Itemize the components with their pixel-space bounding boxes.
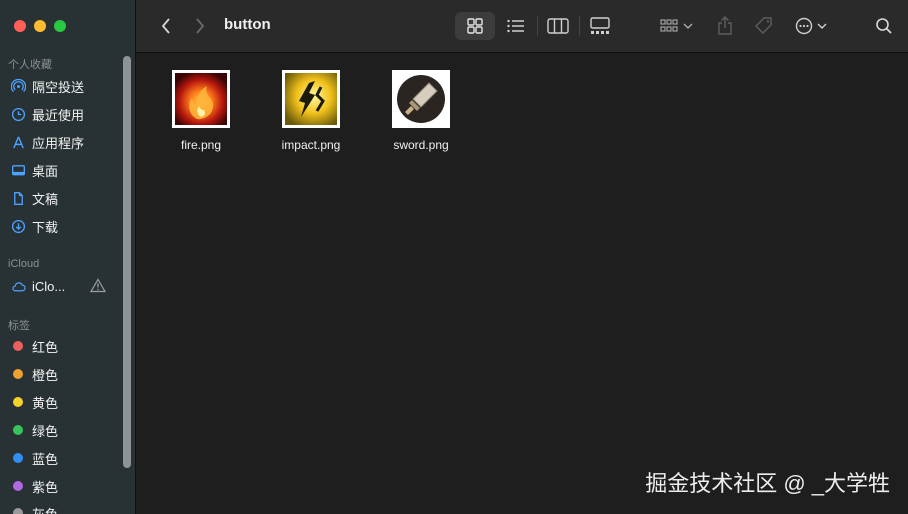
favorites-section-title: 个人收藏 [8, 59, 52, 71]
sidebar-scrollbar[interactable] [123, 56, 131, 468]
file-name: fire.png [180, 138, 222, 152]
gallery-icon [589, 17, 611, 35]
airdrop-icon [10, 78, 26, 94]
zoom-button[interactable] [54, 20, 66, 32]
chevron-left-icon [160, 17, 172, 35]
download-icon [10, 218, 26, 234]
share-button[interactable] [713, 12, 737, 40]
sidebar-item-downloads[interactable]: 下载 [10, 215, 120, 237]
sidebar-item-tag-orange[interactable]: 橙色 [10, 363, 120, 385]
fire-image-icon [175, 73, 227, 125]
sidebar-item-label: 紫色 [32, 479, 59, 495]
share-icon [717, 16, 733, 36]
tag-color-dot [13, 369, 23, 379]
file-name: impact.png [281, 138, 341, 152]
window-controls [14, 20, 66, 32]
impact-image-icon [285, 73, 337, 125]
view-list-button[interactable] [501, 12, 531, 40]
list-icon [506, 18, 526, 34]
view-gallery-button[interactable] [585, 12, 615, 40]
sidebar-item-label: 灰色 [32, 506, 59, 514]
watermark: 掘金技术社区 @ _大学牲 [645, 471, 890, 496]
tag-color-dot [13, 341, 23, 351]
view-icons-button[interactable] [455, 12, 495, 40]
minimize-button[interactable] [34, 20, 46, 32]
icloud-section-title: iCloud [8, 258, 40, 270]
sidebar-item-label: 文稿 [32, 191, 59, 207]
search-button[interactable] [872, 12, 896, 40]
sidebar-item-label: 最近使用 [32, 107, 85, 123]
sidebar-item-label: 橙色 [32, 367, 59, 383]
finder-window: 个人收藏 隔空投送 最近使用 应用程序 桌面 文稿 下载 iCloud iClo… [0, 0, 908, 514]
tags-section-title: 标签 [8, 320, 30, 332]
tag-color-dot [13, 453, 23, 463]
action-menu-button[interactable] [792, 12, 834, 40]
file-thumbnail[interactable] [172, 70, 230, 128]
tag-color-dot [13, 481, 23, 491]
file-name: sword.png [393, 138, 449, 152]
main-content: button fire.png impact.png sword.png 掘金技… [136, 0, 908, 514]
toolbar: button [136, 0, 908, 53]
sidebar-item-tag-blue[interactable]: 蓝色 [10, 447, 120, 469]
file-thumbnail[interactable] [282, 70, 340, 128]
window-title: button [224, 16, 271, 33]
file-item-fire[interactable]: fire.png [151, 70, 251, 152]
forward-button[interactable] [188, 14, 212, 38]
sidebar: 个人收藏 隔空投送 最近使用 应用程序 桌面 文稿 下载 iCloud iClo… [0, 0, 136, 514]
sidebar-item-label: 蓝色 [32, 451, 59, 467]
tag-color-dot [13, 425, 23, 435]
close-button[interactable] [14, 20, 26, 32]
grid-icon [466, 17, 484, 35]
sword-image-icon [395, 73, 447, 125]
file-item-impact[interactable]: impact.png [261, 70, 361, 152]
sidebar-item-tag-red[interactable]: 红色 [10, 335, 120, 357]
sidebar-item-label: iClo... [32, 278, 66, 294]
sidebar-item-label: 绿色 [32, 423, 59, 439]
clock-icon [10, 106, 26, 122]
sidebar-item-airdrop[interactable]: 隔空投送 [10, 75, 120, 97]
sidebar-item-label: 隔空投送 [32, 79, 85, 95]
sidebar-item-label: 应用程序 [32, 135, 85, 151]
desktop-icon [10, 162, 26, 178]
toolbar-divider [537, 16, 538, 36]
sidebar-item-recents[interactable]: 最近使用 [10, 103, 120, 125]
chevron-right-icon [194, 17, 206, 35]
back-button[interactable] [154, 14, 178, 38]
sidebar-item-icloud-drive[interactable]: iClo... [10, 275, 120, 297]
applications-icon [10, 134, 26, 150]
sidebar-item-tag-yellow[interactable]: 黄色 [10, 391, 120, 413]
sidebar-item-desktop[interactable]: 桌面 [10, 159, 120, 181]
warning-icon[interactable] [89, 278, 107, 296]
sidebar-item-applications[interactable]: 应用程序 [10, 131, 120, 153]
sidebar-item-label: 下载 [32, 219, 59, 235]
group-button[interactable] [656, 12, 698, 40]
file-item-sword[interactable]: sword.png [371, 70, 471, 152]
toolbar-divider [579, 16, 580, 36]
view-columns-button[interactable] [543, 12, 573, 40]
sidebar-item-label: 红色 [32, 339, 59, 355]
sidebar-item-tag-green[interactable]: 绿色 [10, 419, 120, 441]
tag-button[interactable] [751, 12, 777, 40]
cloud-icon [10, 278, 26, 294]
ellipsis-circle-icon [795, 17, 831, 35]
columns-icon [547, 18, 569, 34]
sidebar-item-documents[interactable]: 文稿 [10, 187, 120, 209]
file-thumbnail[interactable] [392, 70, 450, 128]
search-icon [875, 17, 893, 35]
tag-color-dot [13, 508, 23, 514]
sidebar-item-tag-gray[interactable]: 灰色 [10, 502, 120, 514]
group-grid-icon [660, 18, 694, 34]
tag-icon [754, 16, 774, 36]
sidebar-item-label: 黄色 [32, 395, 59, 411]
sidebar-item-tag-purple[interactable]: 紫色 [10, 475, 120, 497]
document-icon [10, 190, 26, 206]
tag-color-dot [13, 397, 23, 407]
sidebar-item-label: 桌面 [32, 163, 59, 179]
